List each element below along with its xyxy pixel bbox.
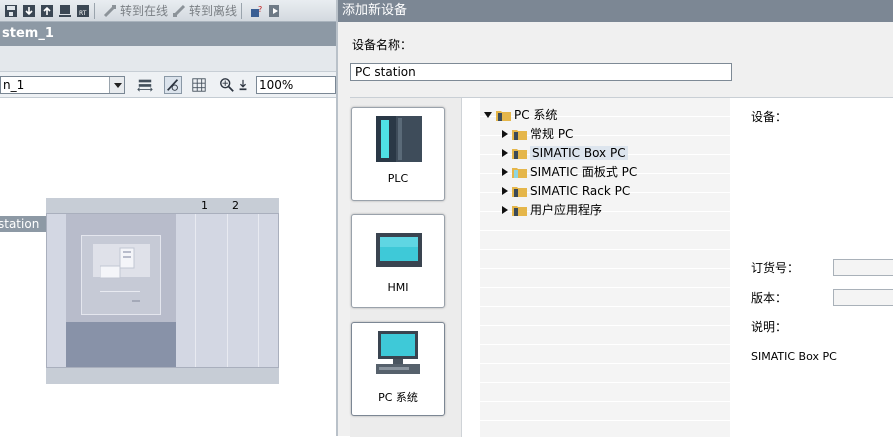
category-pc-system-button[interactable]: PC 系统	[351, 322, 445, 416]
description-value: SIMATIC Box PC	[751, 350, 837, 363]
slot-divider	[227, 214, 228, 367]
station-name-label[interactable]: station	[0, 216, 46, 232]
go-offline-icon[interactable]	[172, 4, 186, 18]
version-field[interactable]	[833, 289, 893, 306]
toolbar-separator	[94, 2, 95, 19]
tree-node-simatic-panel-pc[interactable]: SIMATIC 面板式 PC	[502, 162, 637, 181]
collapse-arrow-icon[interactable]	[502, 167, 508, 176]
folder-icon	[496, 110, 511, 121]
go-offline-button[interactable]: 转到离线	[189, 2, 237, 19]
device-category-column: PLC HMI PC 系统	[350, 98, 462, 437]
slot-number-2: 2	[232, 199, 239, 212]
category-pc-system-label: PC 系统	[378, 391, 418, 404]
dialog-title: 添加新设备	[342, 3, 408, 18]
rack-footer	[46, 368, 279, 384]
tree-node-label-selected: SIMATIC Box PC	[530, 145, 628, 160]
runtime-icon[interactable]: RT	[76, 4, 90, 18]
grid-icon[interactable]	[190, 76, 208, 94]
tree-node-label: SIMATIC Rack PC	[530, 183, 631, 198]
tree-node-label: 用户应用程序	[530, 203, 603, 217]
tree-node-simatic-box-pc[interactable]: SIMATIC Box PC	[502, 143, 628, 162]
device-tree: PC 系统 常规 PC SIMATIC Box PC SIMATIC 面板式 P…	[480, 98, 730, 437]
device-selection-area: PLC HMI PC 系统 PC 系统 常规 PC SIMATIC Box PC…	[350, 97, 893, 437]
editor-title: stem_1	[2, 26, 54, 41]
pc-module-detail-icon	[100, 247, 140, 302]
start-cpu-icon[interactable]	[268, 4, 282, 18]
save-project-icon[interactable]	[4, 4, 18, 18]
device-info-panel: 设备： 订货号： 版本： 说明： SIMATIC Box PC	[743, 98, 893, 437]
device-info-label: 设备：	[751, 110, 788, 124]
order-number-label: 订货号：	[751, 261, 800, 275]
slot-divider	[258, 214, 259, 367]
slot-divider	[195, 214, 196, 367]
pc-module-base	[66, 322, 176, 367]
device-network-view-icon[interactable]	[136, 76, 154, 94]
tree-node-label: SIMATIC 面板式 PC	[530, 165, 638, 179]
category-plc-label: PLC	[387, 172, 409, 185]
slot-number-1: 1	[201, 199, 208, 212]
category-hmi-button[interactable]: HMI	[351, 214, 445, 308]
plc-icon	[376, 116, 422, 162]
device-select-dropdown[interactable]: n_1	[0, 76, 125, 94]
dialog-title-bar[interactable]: 添加新设备	[338, 0, 893, 22]
simulation-icon[interactable]	[58, 4, 72, 18]
upload-icon[interactable]	[40, 4, 54, 18]
download-icon[interactable]	[22, 4, 36, 18]
svg-text:?: ?	[258, 5, 262, 14]
folder-icon	[512, 167, 527, 178]
toolbar-separator	[241, 2, 243, 19]
show-module-labels-icon[interactable]	[164, 76, 182, 94]
collapse-arrow-icon[interactable]	[502, 205, 508, 214]
chevron-down-icon[interactable]	[109, 77, 124, 93]
collapse-arrow-icon[interactable]	[502, 148, 508, 157]
svg-text:RT: RT	[79, 10, 87, 17]
zoom-options-icon[interactable]	[236, 76, 250, 94]
accessible-devices-icon[interactable]: ?	[250, 4, 264, 18]
editor-title-bar: stem_1	[0, 22, 336, 46]
go-online-button[interactable]: 转到在线	[120, 2, 168, 19]
add-new-device-dialog: 添加新设备 设备名称： PLC HMI	[338, 0, 893, 437]
tree-node-simatic-rack-pc[interactable]: SIMATIC Rack PC	[502, 181, 630, 200]
collapse-arrow-icon[interactable]	[502, 129, 508, 138]
description-label: 说明：	[751, 320, 788, 334]
order-number-field[interactable]	[833, 259, 893, 276]
rack-header	[46, 198, 279, 213]
expand-arrow-icon[interactable]	[484, 111, 492, 118]
hmi-icon	[376, 233, 422, 267]
folder-icon	[512, 186, 527, 197]
editor-tab-strip	[0, 46, 336, 72]
folder-icon	[512, 129, 527, 140]
tree-node-general-pc[interactable]: 常规 PC	[502, 124, 573, 143]
folder-icon	[512, 205, 527, 216]
tree-node-label: PC 系统	[514, 108, 558, 122]
go-online-icon[interactable]	[103, 4, 117, 18]
device-name-input[interactable]	[350, 63, 732, 81]
zoom-level-select[interactable]: 100%	[256, 76, 336, 94]
tree-node-label: 常规 PC	[530, 127, 574, 141]
zoom-in-icon[interactable]	[218, 76, 236, 94]
tree-node-user-applications[interactable]: 用户应用程序	[502, 200, 602, 219]
collapse-arrow-icon[interactable]	[502, 186, 508, 195]
main-toolbar: RT 转到在线 转到离线 ?	[0, 0, 336, 22]
device-name-label: 设备名称：	[352, 38, 413, 52]
tree-node-pc-system[interactable]: PC 系统	[484, 105, 557, 124]
device-select-value: n_1	[3, 78, 25, 92]
folder-icon	[512, 148, 527, 159]
device-view-editor: RT 转到在线 转到离线 ? stem_1 n_1 100% station 1…	[0, 0, 336, 436]
pc-system-icon	[376, 331, 420, 374]
category-plc-button[interactable]: PLC	[351, 107, 445, 201]
category-hmi-label: HMI	[387, 281, 409, 294]
version-label: 版本：	[751, 291, 788, 305]
